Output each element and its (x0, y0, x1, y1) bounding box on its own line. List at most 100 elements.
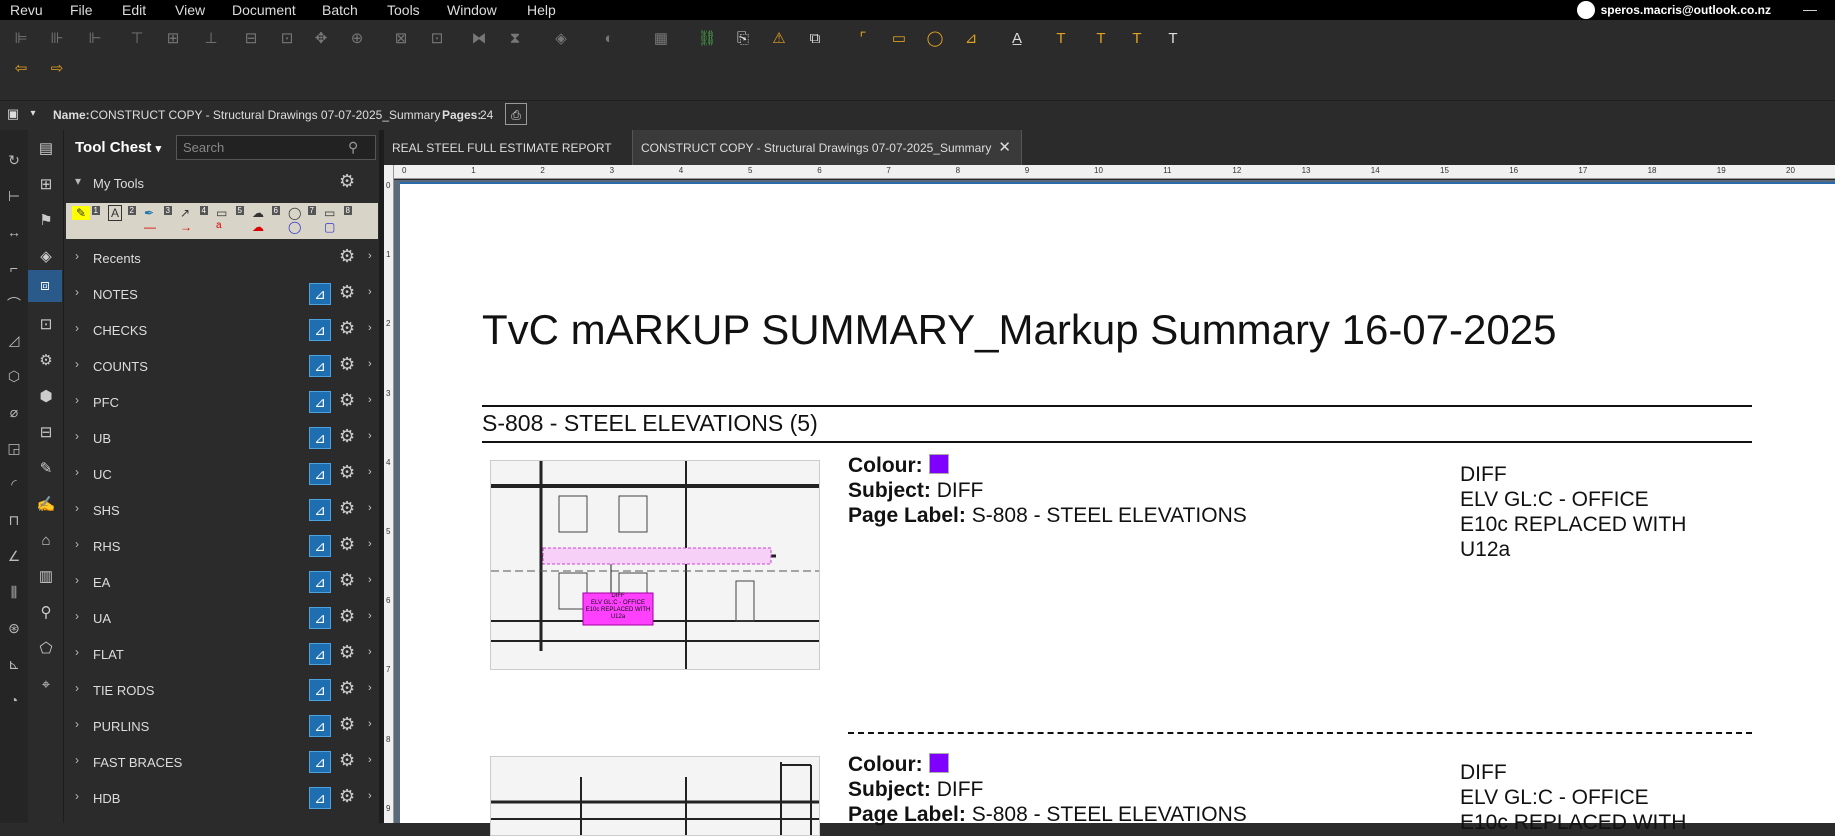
tool-set-row[interactable]: › TIE RODS ⊿ ⚙ › (65, 673, 379, 707)
tool-set-row[interactable]: › NOTES ⊿ ⚙ › (65, 277, 379, 311)
chevron-right-icon[interactable]: › (368, 574, 372, 586)
spaces-icon[interactable]: ⬠ (35, 638, 57, 660)
measure-scale-icon[interactable]: ⊿ (309, 787, 331, 809)
polylength-icon[interactable]: ⌐ (4, 258, 24, 278)
align-left-icon[interactable]: ⊫ (10, 28, 32, 50)
radius-icon[interactable]: ◜ (4, 474, 24, 494)
clear-format-icon[interactable]: T (1050, 28, 1072, 50)
chevron-right-icon[interactable]: › (368, 646, 372, 658)
tool-ellipse[interactable]: ◯ 7 ◯ (288, 206, 316, 236)
chevron-right-icon[interactable]: › (75, 609, 79, 623)
snapshot-icon[interactable]: ⧉ (804, 28, 826, 50)
gear-icon[interactable]: ⚙ (339, 462, 355, 483)
spell-check-icon[interactable]: A̲ (1006, 28, 1028, 50)
bookmarks-icon[interactable]: ⚑ (35, 210, 57, 232)
chevron-right-icon[interactable]: › (368, 502, 372, 514)
polyline-icon[interactable]: ⊾ (4, 654, 24, 674)
measure-icon[interactable]: ⊟ (35, 422, 57, 444)
menu-help[interactable]: Help (527, 2, 556, 18)
polygon-select-icon[interactable]: ⊿ (960, 28, 982, 50)
tool-arrow[interactable]: ↗ 4 → (180, 206, 208, 236)
chevron-down-icon[interactable]: ▾ (75, 174, 81, 188)
distribute-v-icon[interactable]: ⊡ (276, 28, 298, 50)
chevron-right-icon[interactable]: › (368, 250, 372, 262)
tally-icon[interactable]: ⫼ (4, 582, 24, 602)
gear-icon[interactable]: ⚙ (339, 171, 355, 192)
tool-chest-icon[interactable]: ⧈ (28, 270, 62, 302)
hatch-icon[interactable]: ▦ (650, 28, 672, 50)
page-setup-icon[interactable]: ⎙ (505, 103, 527, 125)
tool-set-row[interactable]: › EA ⊿ ⚙ › (65, 565, 379, 599)
menu-view[interactable]: View (175, 2, 205, 18)
signatures-icon[interactable]: ✍ (35, 494, 57, 516)
edit-start-icon[interactable]: ⇦ (10, 58, 32, 80)
opacity-icon[interactable]: ◐ (598, 28, 620, 50)
tool-set-row[interactable]: › HDB ⊿ ⚙ › (65, 781, 379, 815)
menu-document[interactable]: Document (232, 2, 296, 18)
cutout-icon[interactable]: ⊓ (4, 510, 24, 530)
tool-set-row[interactable]: › FLAT ⊿ ⚙ › (65, 637, 379, 671)
user-avatar-icon[interactable] (1577, 1, 1595, 19)
measure-scale-icon[interactable]: ⊿ (309, 643, 331, 665)
length-icon[interactable]: ↔ (4, 222, 24, 242)
text-highlight-icon[interactable]: T (1126, 28, 1148, 50)
area-icon[interactable]: ◿ (4, 330, 24, 350)
ungroup-icon[interactable]: ⊡ (426, 28, 448, 50)
tool-textbox[interactable]: A2 (108, 205, 136, 236)
chevron-right-icon[interactable]: › (75, 537, 79, 551)
measure-scale-icon[interactable]: ⊿ (309, 463, 331, 485)
menu-edit[interactable]: Edit (122, 2, 146, 18)
tool-set-row[interactable]: › CHECKS ⊿ ⚙ › (65, 313, 379, 347)
gear-icon[interactable]: ⚙ (339, 786, 355, 807)
measure-scale-icon[interactable]: ⊿ (309, 319, 331, 341)
chevron-right-icon[interactable]: › (75, 501, 79, 515)
alert-icon[interactable]: ⚠ (768, 28, 790, 50)
tool-set-row[interactable]: › UC ⊿ ⚙ › (65, 457, 379, 491)
gear-icon[interactable]: ⚙ (339, 714, 355, 735)
tool-highlight[interactable]: ✎ 1 (72, 206, 100, 236)
chevron-right-icon[interactable]: › (75, 429, 79, 443)
gear-icon[interactable]: ⚙ (339, 246, 355, 267)
batch-icon[interactable]: ▥ (35, 566, 57, 588)
chevron-right-icon[interactable]: › (75, 285, 79, 299)
gear-icon[interactable]: ⚙ (339, 750, 355, 771)
align-middle-icon[interactable]: ⊞ (162, 28, 184, 50)
minimize-icon[interactable]: — (1803, 1, 1817, 17)
link-icon[interactable]: ⛓ (696, 28, 718, 50)
grid-icon[interactable]: ⊞ (35, 174, 57, 196)
tool-rectangle[interactable]: ▭ 8 ▢ (324, 206, 352, 236)
text-strike-icon[interactable]: T (1162, 28, 1184, 50)
align-bottom-icon[interactable]: ⊥ (200, 28, 222, 50)
menu-revu[interactable]: Revu (10, 2, 43, 18)
3d-icon[interactable]: ⬢ (35, 386, 57, 408)
dynamic-fill-icon[interactable]: ⊛ (4, 618, 24, 638)
close-icon[interactable]: ✕ (998, 138, 1011, 156)
measure-scale-icon[interactable]: ⊿ (309, 391, 331, 413)
tool-set-row[interactable]: › SHS ⊿ ⚙ › (65, 493, 379, 527)
settings-icon[interactable]: ⚙ (35, 350, 57, 372)
menu-batch[interactable]: Batch (322, 2, 358, 18)
chevron-right-icon[interactable]: › (75, 465, 79, 479)
chevron-right-icon[interactable]: › (368, 610, 372, 622)
volume-icon[interactable]: ⬡ (4, 366, 24, 386)
chevron-right-icon[interactable]: › (75, 645, 79, 659)
crop-icon[interactable]: ⌜ (852, 28, 874, 50)
gear-icon[interactable]: ⚙ (339, 606, 355, 627)
chevron-right-icon[interactable]: › (368, 286, 372, 298)
chevron-right-icon[interactable]: › (75, 753, 79, 767)
dimension-icon[interactable]: ⊢ (4, 186, 24, 206)
markup-thumbnail[interactable]: DIFF ELV GL:C - OFFICE E10c REPLACED WIT… (490, 460, 820, 670)
tab-construct-copy[interactable]: CONSTRUCT COPY - Structural Drawings 07-… (632, 130, 1022, 165)
measure-scale-icon[interactable]: ⊿ (309, 499, 331, 521)
search-panel-icon[interactable]: ⚲ (35, 602, 57, 624)
distribute-h-icon[interactable]: ⊟ (240, 28, 262, 50)
menu-file[interactable]: File (70, 2, 93, 18)
forms-icon[interactable]: ✎ (35, 458, 57, 480)
chevron-right-icon[interactable]: › (368, 718, 372, 730)
chevron-right-icon[interactable]: › (368, 430, 372, 442)
tool-set-row[interactable]: › UB ⊿ ⚙ › (65, 421, 379, 455)
location-icon[interactable]: ⌖ (35, 674, 57, 696)
layers-icon[interactable]: ◈ (35, 246, 57, 268)
measure-scale-icon[interactable]: ⊿ (309, 535, 331, 557)
tool-set-row[interactable]: › RHS ⊿ ⚙ › (65, 529, 379, 563)
